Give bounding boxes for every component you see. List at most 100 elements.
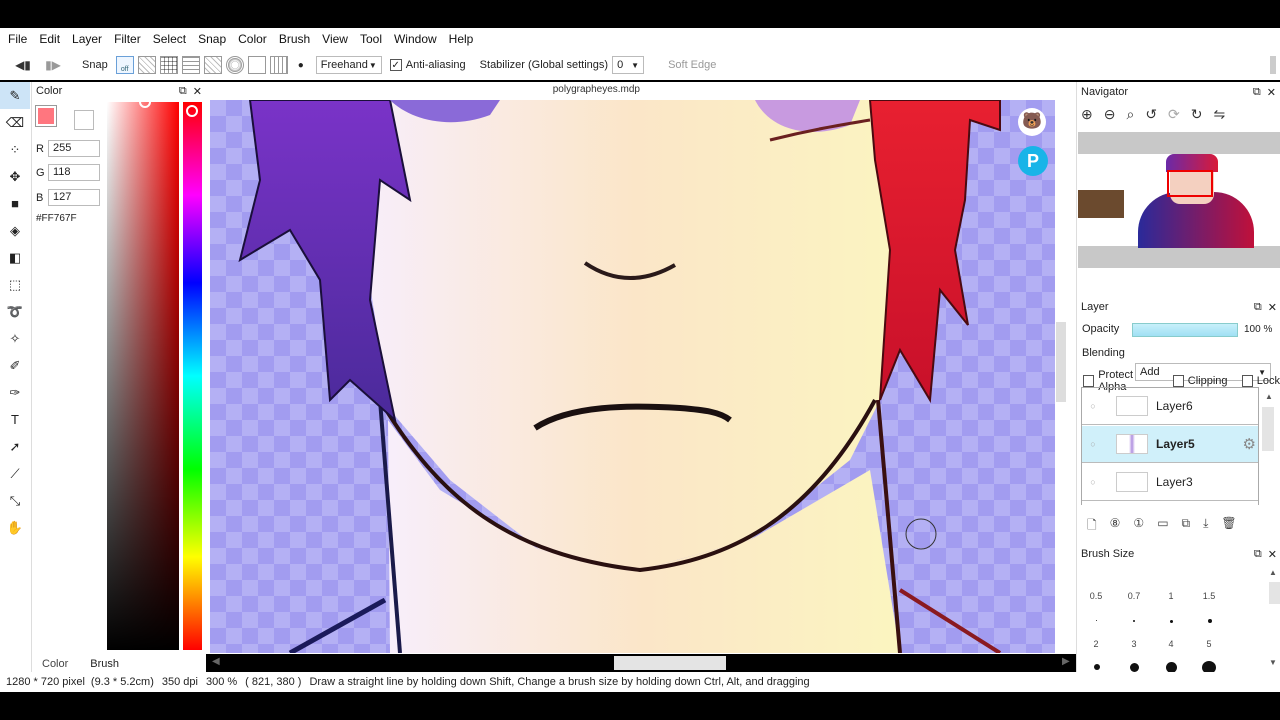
stabilizer-select[interactable]: 0 ▼ [612, 56, 645, 74]
zoom-out-icon[interactable]: ⊖ [1104, 106, 1116, 123]
brush-size-dot[interactable] [1208, 619, 1212, 623]
gradient-tool-icon[interactable]: ◧ [0, 244, 30, 271]
sv-cursor[interactable] [139, 96, 151, 108]
zoom-in-icon[interactable]: ⊕ [1081, 106, 1093, 123]
brush-dot-icon[interactable]: ● [298, 60, 304, 71]
float-icon[interactable]: ⧉ [179, 85, 187, 98]
text-tool-icon[interactable]: T [0, 406, 30, 433]
pen-tool-icon[interactable]: ✎ [0, 82, 30, 109]
menu-help[interactable]: Help [443, 28, 480, 50]
foreground-color-swatch[interactable] [35, 105, 57, 127]
rotate-right-icon[interactable]: ↻ [1191, 106, 1203, 123]
menu-brush[interactable]: Brush [273, 28, 316, 50]
menu-layer[interactable]: Layer [66, 28, 108, 50]
close-icon[interactable]: ✕ [1268, 548, 1277, 561]
move-tool-icon[interactable]: ✥ [0, 163, 30, 190]
new-layer-icon[interactable]: 🗋 [1087, 516, 1097, 537]
eraser-tool-icon[interactable]: ⌫ [0, 109, 30, 136]
background-color-swatch[interactable] [74, 110, 94, 130]
select-eraser-tool-icon[interactable]: ✑ [0, 379, 30, 406]
menu-file[interactable]: File [2, 28, 33, 50]
menu-filter[interactable]: Filter [108, 28, 147, 50]
snap-perspective-button[interactable] [203, 56, 222, 74]
layer-scroll-up-icon[interactable]: ▲ [1265, 392, 1273, 401]
snap-cross-button[interactable] [181, 56, 200, 74]
delete-layer-icon[interactable]: 🗑 [1221, 516, 1236, 537]
antialias-toggle[interactable]: ✓ Anti-aliasing [389, 59, 466, 71]
hue-slider[interactable] [183, 102, 202, 650]
visibility-icon[interactable]: ○ [1082, 477, 1104, 487]
flip-icon[interactable]: ⇋ [1214, 106, 1226, 123]
bucket-tool-icon[interactable]: ◈ [0, 217, 30, 244]
tab-color[interactable]: Color [42, 658, 68, 670]
snap-concentric-button[interactable] [225, 56, 244, 74]
protect-alpha-checkbox[interactable] [1083, 375, 1095, 387]
hand-tool-icon[interactable]: ✋ [0, 514, 30, 541]
divide-tool-icon[interactable]: ⟋ [0, 460, 30, 487]
green-input[interactable]: 118 [48, 164, 100, 181]
menu-tool[interactable]: Tool [354, 28, 388, 50]
snap-parallel-button[interactable] [137, 56, 156, 74]
rotate-reset-icon[interactable]: ⟳ [1168, 106, 1180, 123]
operation-tool-icon[interactable]: ➚ [0, 433, 30, 460]
snap-3d-button[interactable] [269, 56, 288, 74]
navigator-viewport-rect[interactable] [1167, 170, 1213, 197]
vertical-scrollbar[interactable] [1056, 322, 1066, 402]
tab-brush[interactable]: Brush [90, 658, 119, 670]
toolbar-scrollbar[interactable] [1270, 56, 1276, 74]
menu-window[interactable]: Window [388, 28, 443, 50]
magic-wand-tool-icon[interactable]: ✧ [0, 325, 30, 352]
close-icon[interactable]: ✕ [193, 85, 202, 98]
layer-row-selected[interactable]: ○ Layer5 ⚙ [1082, 426, 1258, 463]
float-icon[interactable]: ⧉ [1254, 548, 1262, 561]
brush-scroll-down-icon[interactable]: ▼ [1269, 658, 1277, 667]
layer-row[interactable]: ○ Layer3 [1082, 464, 1258, 501]
close-icon[interactable]: ✕ [1267, 86, 1276, 99]
red-input[interactable]: 255 [48, 140, 100, 157]
new-1bit-layer-icon[interactable]: ① [1133, 516, 1144, 537]
menu-edit[interactable]: Edit [33, 28, 66, 50]
horizontal-scrollbar[interactable] [614, 656, 726, 670]
visibility-icon[interactable]: ○ [1082, 439, 1104, 449]
scroll-right-icon[interactable]: ▶ [1062, 656, 1070, 667]
new-8bit-layer-icon[interactable]: ⑧ [1110, 516, 1121, 537]
dot-tool-icon[interactable]: ⁘ [0, 136, 30, 163]
select-pen-tool-icon[interactable]: ✐ [0, 352, 30, 379]
brush-size-dot[interactable] [1094, 664, 1100, 670]
snap-vanish-button[interactable] [247, 56, 266, 74]
merge-down-icon[interactable]: ⤓ [1203, 516, 1208, 537]
snap-off-button[interactable]: off [115, 56, 134, 74]
brush-size-dot[interactable] [1170, 620, 1173, 623]
redo-icon[interactable]: ▮▶ [44, 56, 62, 74]
lock-checkbox[interactable] [1241, 375, 1253, 387]
gear-icon[interactable]: ⚙ [1243, 435, 1256, 453]
eyedropper-tool-icon[interactable]: ⤡ [0, 487, 30, 514]
undo-icon[interactable]: ◀▮ [14, 56, 32, 74]
scroll-left-icon[interactable]: ◀ [212, 656, 220, 667]
drawing-canvas[interactable]: 🐻 P [210, 100, 1055, 653]
rectangle-fill-tool-icon[interactable]: ■ [0, 190, 30, 217]
lasso-tool-icon[interactable]: ➰ [0, 298, 30, 325]
brush-mode-select[interactable]: Freehand ▼ [315, 56, 382, 74]
duplicate-layer-icon[interactable]: ⧉ [1182, 516, 1191, 537]
clipping-checkbox[interactable] [1172, 375, 1184, 387]
hue-cursor[interactable] [186, 105, 198, 117]
menu-select[interactable]: Select [147, 28, 192, 50]
brush-scroll-up-icon[interactable]: ▲ [1269, 568, 1277, 577]
navigator-preview[interactable] [1078, 132, 1280, 268]
menu-color[interactable]: Color [232, 28, 273, 50]
brush-size-dot[interactable] [1130, 663, 1139, 672]
brush-size-dot[interactable] [1133, 620, 1135, 622]
menu-view[interactable]: View [316, 28, 354, 50]
float-icon[interactable]: ⧉ [1253, 86, 1261, 99]
rotate-left-icon[interactable]: ↺ [1145, 106, 1157, 123]
brush-size-dot[interactable] [1096, 620, 1097, 621]
close-icon[interactable]: ✕ [1268, 301, 1277, 314]
layer-scrollbar[interactable] [1262, 407, 1274, 451]
new-folder-icon[interactable]: ▭ [1157, 516, 1168, 537]
select-tool-icon[interactable]: ⬚ [0, 271, 30, 298]
saturation-value-picker[interactable] [107, 96, 179, 650]
float-icon[interactable]: ⧉ [1254, 301, 1262, 314]
visibility-icon[interactable]: ○ [1082, 401, 1104, 411]
brush-size-scrollbar[interactable] [1269, 582, 1280, 604]
